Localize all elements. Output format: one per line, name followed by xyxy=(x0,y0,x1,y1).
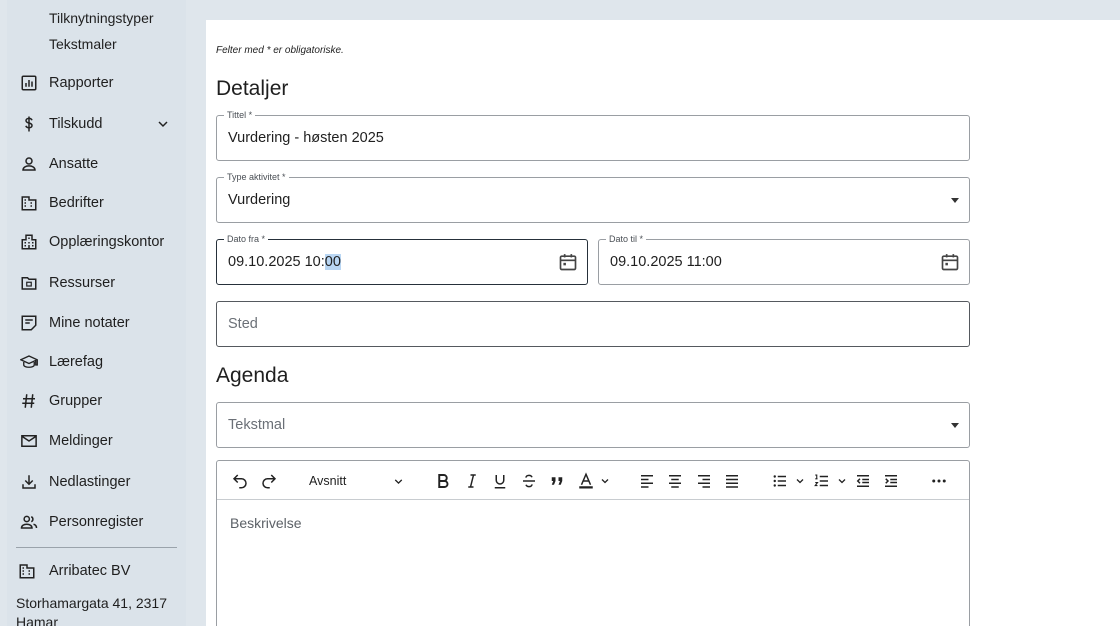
activity-type-select[interactable]: Type aktivitet * Vurdering xyxy=(216,172,970,223)
chevron-down-icon[interactable] xyxy=(794,475,806,487)
align-center-icon[interactable] xyxy=(664,470,686,492)
sidebar-item-opplaeringskontor[interactable]: Opplæringskontor xyxy=(7,224,186,260)
building-icon xyxy=(19,193,39,213)
sidebar-item-label: Rapporter xyxy=(49,75,114,91)
indent-icon[interactable] xyxy=(880,470,902,492)
sidebar-item-ansatte[interactable]: Ansatte xyxy=(7,146,186,182)
text-template-placeholder: Tekstmal xyxy=(228,417,286,433)
note-icon xyxy=(19,313,39,333)
description-placeholder: Beskrivelse xyxy=(230,515,302,531)
dropdown-arrow-icon xyxy=(951,198,959,203)
text-template-select[interactable]: Tekstmal xyxy=(216,402,970,448)
download-icon xyxy=(19,472,39,492)
sidebar-item-meldinger[interactable]: Meldinger xyxy=(7,423,186,459)
sidebar-item-label: Nedlastinger xyxy=(49,474,131,490)
folder-icon xyxy=(19,273,39,293)
agenda-title: Agenda xyxy=(216,364,289,387)
bold-icon[interactable] xyxy=(432,470,454,492)
activity-type-label: Type aktivitet * xyxy=(224,172,289,183)
align-right-icon[interactable] xyxy=(693,470,715,492)
outdent-icon[interactable] xyxy=(852,470,874,492)
location-placeholder: Sted xyxy=(228,316,258,332)
chevron-down-icon[interactable] xyxy=(836,475,848,487)
blockquote-icon[interactable] xyxy=(546,470,568,492)
numbered-list-icon[interactable] xyxy=(811,470,833,492)
chevron-down-icon xyxy=(394,479,403,485)
align-justify-icon[interactable] xyxy=(721,470,743,492)
sidebar-item-nedlastinger[interactable]: Nedlastinger xyxy=(7,464,186,500)
location-field[interactable]: Sted xyxy=(216,301,970,347)
sidebar-item-grupper[interactable]: Grupper xyxy=(7,383,186,419)
sidebar-item-label: Bedrifter xyxy=(49,195,104,211)
date-from-selected-segment: 00 xyxy=(324,254,341,270)
sidebar-divider xyxy=(16,547,177,548)
sidebar-item-label: Ansatte xyxy=(49,156,99,172)
title-field-value: Vurdering - høsten 2025 xyxy=(228,130,384,146)
building-icon xyxy=(17,561,37,581)
person-icon xyxy=(19,154,39,174)
title-field-label: Tittel * xyxy=(224,110,256,121)
sidebar: Tilknytningstyper Tekstmaler Rapporter T… xyxy=(7,0,186,626)
calendar-icon[interactable] xyxy=(940,252,960,272)
italic-icon[interactable] xyxy=(461,470,483,492)
underline-icon[interactable] xyxy=(489,470,511,492)
date-to-field[interactable]: Dato til * 09.10.2025 11:00 xyxy=(598,234,970,285)
block-format-select[interactable]: Avsnitt xyxy=(309,470,409,492)
sidebar-item-bedrifter[interactable]: Bedrifter xyxy=(7,185,186,221)
sidebar-item-label: Personregister xyxy=(49,514,144,530)
align-left-icon[interactable] xyxy=(636,470,658,492)
chevron-down-icon[interactable] xyxy=(155,116,171,132)
sidebar-item-label: Lærefag xyxy=(49,354,104,370)
date-to-value: 09.10.2025 11:00 xyxy=(610,254,722,270)
hashtag-icon xyxy=(19,391,39,411)
office-icon xyxy=(19,232,39,252)
sidebar-item-laerefag[interactable]: Lærefag xyxy=(7,344,186,380)
sidebar-item-label: Opplæringskontor xyxy=(49,234,165,250)
text-color-icon[interactable] xyxy=(575,470,597,492)
activity-type-value: Vurdering xyxy=(228,192,291,208)
date-from-value: 09.10.2025 10:00 xyxy=(228,254,341,270)
calendar-icon[interactable] xyxy=(558,252,578,272)
details-title: Detaljer xyxy=(216,77,289,100)
strikethrough-icon[interactable] xyxy=(518,470,540,492)
sidebar-item-tilskudd[interactable]: Tilskudd xyxy=(7,106,186,142)
redo-icon[interactable] xyxy=(258,470,280,492)
undo-icon[interactable] xyxy=(229,470,251,492)
date-from-value-text: 09.10.2025 10: xyxy=(228,254,325,270)
main-panel: Felter med * er obligatoriske. Detaljer … xyxy=(206,20,1120,626)
chevron-down-icon[interactable] xyxy=(599,475,611,487)
sidebar-item-label: Mine notater xyxy=(49,315,130,331)
people-icon xyxy=(19,512,39,532)
sidebar-item-personregister[interactable]: Personregister xyxy=(7,504,186,540)
sidebar-item-mine-notater[interactable]: Mine notater xyxy=(7,305,186,341)
sidebar-item-label: Grupper xyxy=(49,393,103,409)
date-from-field[interactable]: Dato fra * 09.10.2025 10:00 xyxy=(216,234,588,285)
block-format-label: Avsnitt xyxy=(309,474,347,488)
date-from-label: Dato fra * xyxy=(224,234,269,245)
sidebar-item-rapporter[interactable]: Rapporter xyxy=(7,65,186,101)
date-to-label: Dato til * xyxy=(606,234,647,245)
title-field[interactable]: Tittel * Vurdering - høsten 2025 xyxy=(216,110,970,161)
organization-name: Arribatec BV xyxy=(49,563,131,579)
editor-toolbar: Avsnitt xyxy=(217,461,969,500)
dropdown-arrow-icon xyxy=(951,423,959,428)
more-options-icon[interactable] xyxy=(928,470,950,492)
sidebar-item-label: Tilskudd xyxy=(49,116,103,132)
report-icon xyxy=(19,73,39,93)
sidebar-item-ressurser[interactable]: Ressurser xyxy=(7,265,186,301)
sidebar-item-label: Meldinger xyxy=(49,433,113,449)
sidebar-item-label: Ressurser xyxy=(49,275,116,291)
mail-icon xyxy=(19,431,39,451)
organization-address: Storhamargata 41, 2317 Hamar xyxy=(16,595,167,626)
sidebar-subitem-tekstmaler[interactable]: Tekstmaler xyxy=(49,36,117,52)
sidebar-subitem-tilknytningstyper[interactable]: Tilknytningstyper xyxy=(49,10,154,26)
dollar-icon xyxy=(19,114,39,134)
school-icon xyxy=(19,352,39,372)
organization-selector[interactable]: Arribatec BV xyxy=(7,556,186,586)
description-editor[interactable]: Avsnitt Beskrivelse xyxy=(216,460,970,626)
required-fields-note: Felter med * er obligatoriske. xyxy=(216,45,344,56)
bullet-list-icon[interactable] xyxy=(769,470,791,492)
